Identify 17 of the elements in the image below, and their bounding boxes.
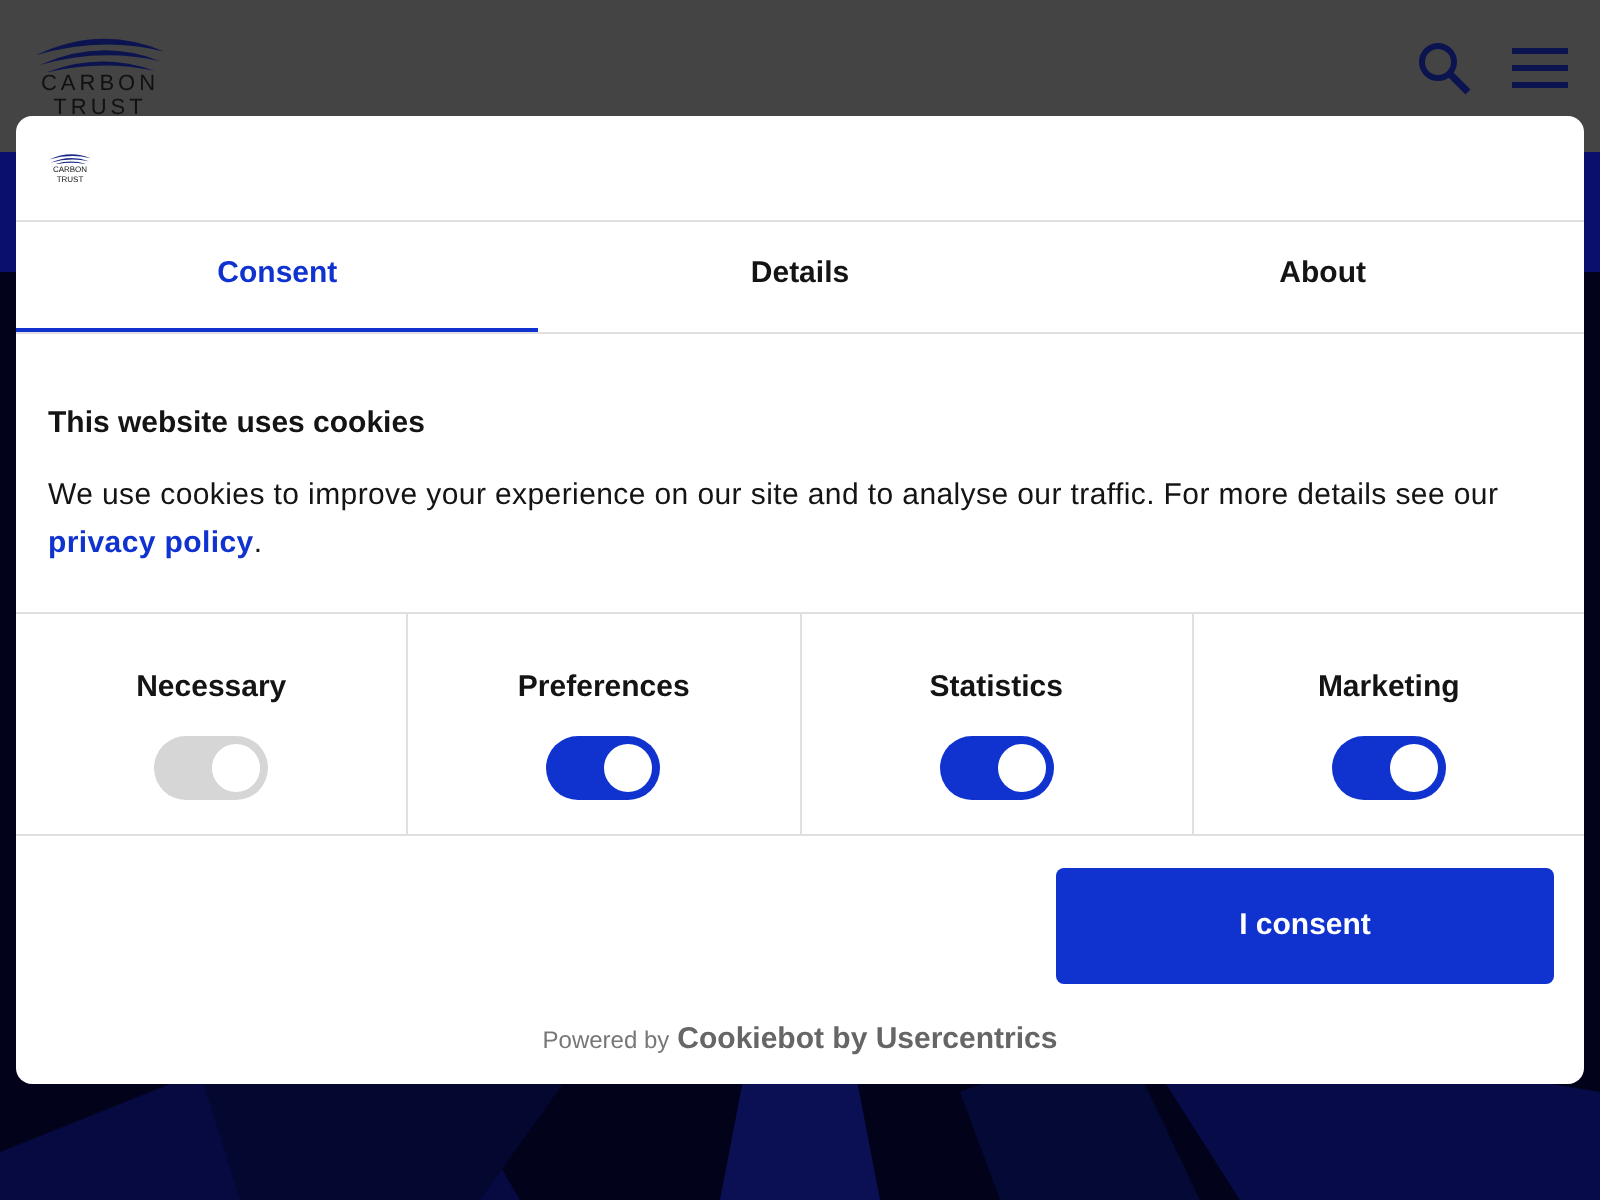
tab[interactable]: About — [1061, 222, 1584, 332]
toggle-switch[interactable] — [1331, 735, 1446, 799]
privacy-policy-link[interactable]: privacy policy — [48, 525, 254, 559]
category-label: Statistics — [929, 668, 1063, 708]
cookie-description: We use cookies to improve your experience on our site and to analyse our traffic. For more details see our privacy policy. — [48, 475, 1501, 563]
toggle-switch[interactable] — [939, 735, 1054, 799]
toggle-switch[interactable] — [546, 735, 661, 799]
category-label: Preferences — [517, 668, 690, 708]
dialog-title: This website uses cookies — [48, 404, 427, 444]
tab[interactable]: Consent — [16, 222, 539, 332]
category-label: Marketing — [1317, 668, 1460, 708]
tab[interactable]: Details — [538, 222, 1062, 332]
powered-by-text: Powered by — [542, 1024, 670, 1058]
cookiebot-link[interactable]: Cookiebot by Usercentrics — [677, 1018, 1058, 1063]
arcs-icon — [48, 151, 92, 165]
consent-button[interactable]: I consent — [1056, 868, 1554, 984]
category-label: Necessary — [136, 668, 287, 708]
